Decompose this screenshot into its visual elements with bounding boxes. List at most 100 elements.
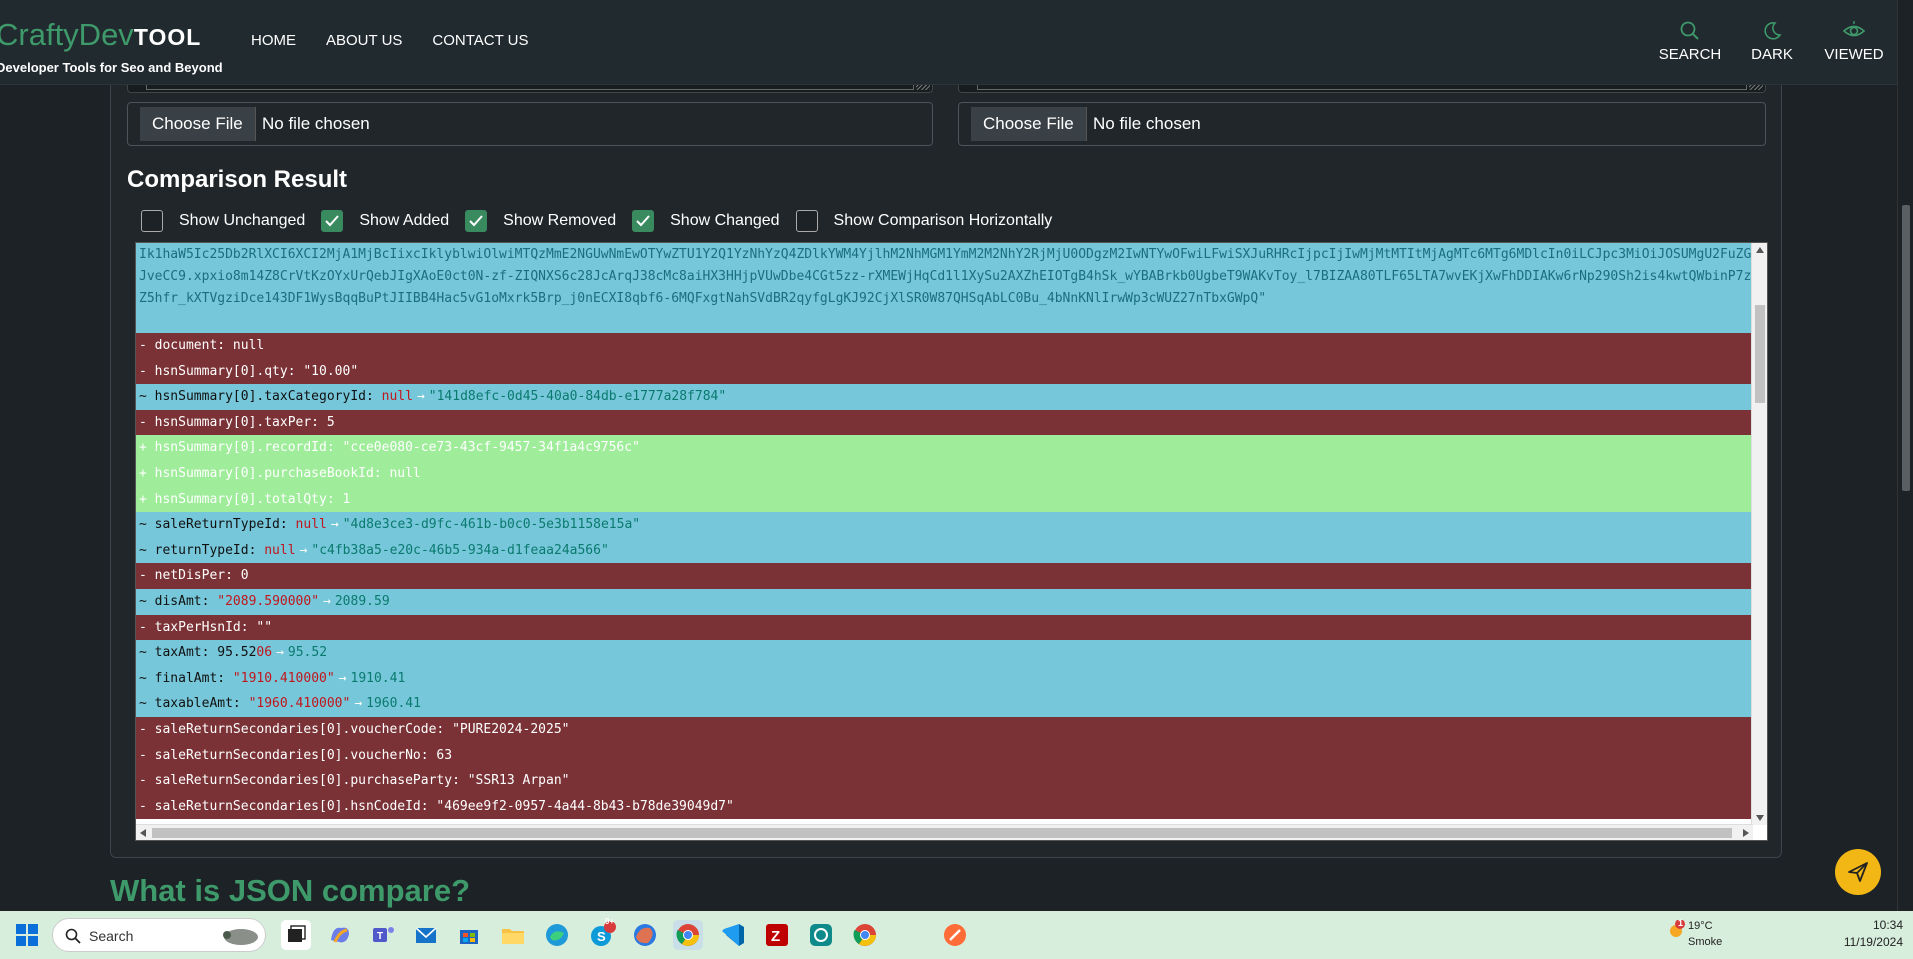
app-icon[interactable] <box>806 920 836 950</box>
page-scrollbar[interactable] <box>1897 0 1913 911</box>
diff-key: ~ saleReturnTypeId: <box>139 517 296 533</box>
diff-row-removed: - saleReturnSecondaries[0].voucherNo: 63 <box>136 742 1753 769</box>
arrow-right-icon: → <box>354 696 363 712</box>
diff-row-removed: - taxPerHsnId: "" <box>136 614 1753 641</box>
site-header: CraftyDevTOOL Developer Tools for Seo an… <box>0 0 1897 85</box>
diff-row-changed: ~ taxAmt: 95.5206 → 95.52 <box>136 640 1753 666</box>
what-is-json-compare-heading: What is JSON compare? <box>110 873 471 908</box>
vertical-scrollbar[interactable] <box>1751 243 1767 825</box>
diff-row-added: + hsnSummary[0].recordId: "cce0e080-ce73… <box>136 435 1753 461</box>
search-action-label: SEARCH <box>1658 46 1722 63</box>
check-icon <box>636 215 650 227</box>
check-icon <box>325 215 340 227</box>
toggle-label: Show Changed <box>670 212 780 229</box>
diff-old-value: null <box>295 517 327 533</box>
file-explorer-icon[interactable] <box>498 920 528 950</box>
edge-icon[interactable] <box>542 920 572 950</box>
nav-about-us[interactable]: ABOUT US <box>326 32 402 49</box>
scroll-thumb[interactable] <box>152 828 1732 838</box>
viewed-label: VIEWED <box>1824 46 1884 63</box>
file-status: No file chosen <box>1093 114 1201 133</box>
diff-row-removed: - saleReturnSecondaries[0].hsnCodeId: "4… <box>136 793 1753 820</box>
moon-icon <box>1764 22 1782 40</box>
search-action-button[interactable]: SEARCH <box>1649 20 1731 63</box>
teams-icon[interactable]: T <box>368 920 398 950</box>
diff-key: ~ finalAmt: <box>139 670 233 686</box>
skype-icon[interactable]: S 9+ <box>586 917 616 950</box>
toggle-show-unchanged[interactable]: Show Unchanged <box>141 210 305 232</box>
diff-row-removed: - hsnSummary[0].taxPer: 5 <box>136 409 1753 436</box>
horizontal-scrollbar[interactable] <box>136 824 1753 840</box>
filezilla-icon[interactable]: Z <box>762 920 792 950</box>
diff-key: ~ hsnSummary[0].taxCategoryId: <box>139 389 382 405</box>
windows-start-icon[interactable] <box>12 920 42 950</box>
arrow-right-icon: → <box>338 670 347 686</box>
copilot-icon[interactable] <box>325 920 355 950</box>
svg-text:S: S <box>597 929 606 944</box>
weather-badge: 1 <box>1678 918 1684 928</box>
diff-filter-toggles: Show Unchanged Show Added Show Removed Show… <box>141 210 1068 232</box>
toggle-show-removed[interactable]: Show Removed <box>465 210 616 232</box>
checkbox[interactable] <box>632 210 655 232</box>
checkbox[interactable] <box>795 210 818 232</box>
page-scroll-thumb[interactable] <box>1902 205 1910 491</box>
diff-key: ~ returnTypeId: <box>139 542 265 558</box>
checkbox[interactable] <box>141 210 163 232</box>
mail-icon[interactable] <box>411 920 441 950</box>
diff-viewer[interactable]: Ik1haW5Ic25Db2RlXCI6XCI2MjA1MjBcIixcIkly… <box>135 242 1768 841</box>
diff-new-value: "141d8efc-0d45-40a0-84db-e1777a28f784" <box>428 389 727 405</box>
diff-row-changed: ~ finalAmt: "1910.410000" → 1910.41 <box>136 665 1753 692</box>
store-icon[interactable] <box>454 920 484 950</box>
system-clock[interactable]: 10:34 11/19/2024 <box>1844 917 1903 951</box>
diff-row-changed: ~ taxableAmt: "1960.410000" → 1960.41 <box>136 691 1753 717</box>
diff-row-removed: - saleReturnSecondaries[0].voucherCode: … <box>136 716 1753 743</box>
diff-row-changed: ~ returnTypeId: null → "c4fb38a5-e20c-46b5… <box>136 537 1753 564</box>
scroll-left-icon[interactable] <box>140 829 146 837</box>
nav-contact-us[interactable]: CONTACT US <box>432 32 528 49</box>
choose-file-button[interactable]: Choose File <box>140 107 256 141</box>
weather-temp: 19°C <box>1688 920 1713 932</box>
viewed-button[interactable]: VIEWED <box>1813 20 1895 63</box>
diff-old-value: "1960.410000" <box>248 696 351 712</box>
firefox-icon[interactable] <box>630 920 660 950</box>
scroll-right-icon[interactable] <box>1743 829 1749 837</box>
diff-old-value: null <box>264 542 296 558</box>
left-file-input[interactable]: Choose File No file chosen <box>127 102 933 146</box>
diff-old-value: "1910.410000" <box>232 670 335 686</box>
arrow-right-icon: → <box>330 517 339 533</box>
choose-file-button[interactable]: Choose File <box>971 107 1087 141</box>
checkbox[interactable] <box>321 210 344 232</box>
diff-new-value: 95.52 <box>287 645 328 661</box>
diff-old-value: "2089.590000" <box>217 593 320 609</box>
comparison-result-title: Comparison Result <box>127 166 348 193</box>
scroll-down-icon[interactable] <box>1756 815 1764 821</box>
checkbox[interactable] <box>465 210 488 232</box>
toggle-show-added[interactable]: Show Added <box>321 210 449 232</box>
dark-mode-button[interactable]: DARK <box>1731 20 1813 63</box>
diff-row-added: + hsnSummary[0].purchaseBookId: null <box>136 460 1753 487</box>
toggle-label: Show Added <box>359 212 450 229</box>
check-icon <box>469 215 483 227</box>
diff-row-removed: - netDisPer: 0 <box>136 563 1753 589</box>
header-actions: SEARCH DARK VIEWED <box>1649 20 1895 63</box>
diff-old-value: 06 <box>256 645 273 661</box>
taskbar-search-input[interactable]: Search <box>52 918 266 952</box>
diff-key: ~ disAmt: <box>139 593 218 609</box>
toggle-show-changed[interactable]: Show Changed <box>632 210 780 232</box>
diff-row-changed: Ik1haW5Ic25Db2RlXCI6XCI2MjA1MjBcIixcIkly… <box>136 243 1753 333</box>
site-logo[interactable]: CraftyDevTOOL Developer Tools for Seo an… <box>0 18 223 76</box>
weather-widget[interactable]: 1 19°C Smoke <box>1670 918 1722 950</box>
nav-home[interactable]: HOME <box>251 32 296 49</box>
chrome-icon[interactable] <box>850 920 880 950</box>
chrome-icon-active[interactable] <box>673 920 703 950</box>
diff-row-added: + hsnSummary[0].totalQty: 1 <box>136 486 1753 513</box>
vscode-icon[interactable] <box>718 920 748 950</box>
toggle-show-comparison-horizontally[interactable]: Show Comparison Horizontally <box>795 210 1052 232</box>
diff-key: ~ taxableAmt: <box>139 696 249 712</box>
postman-icon[interactable] <box>940 920 970 950</box>
scroll-thumb[interactable] <box>1755 305 1765 403</box>
scroll-up-icon[interactable] <box>1756 247 1764 253</box>
send-feedback-button[interactable] <box>1835 849 1881 895</box>
right-file-input[interactable]: Choose File No file chosen <box>958 102 1766 146</box>
task-view-icon[interactable] <box>281 920 311 950</box>
